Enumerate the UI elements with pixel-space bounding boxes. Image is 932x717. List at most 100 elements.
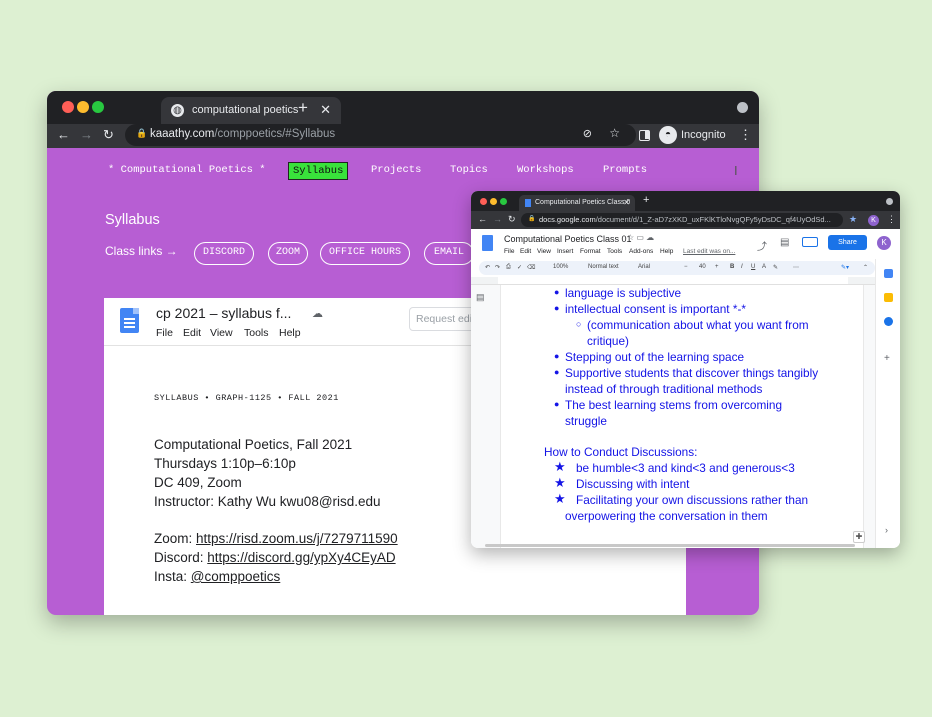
- nav-syllabus[interactable]: Syllabus: [288, 162, 349, 180]
- email-link-button[interactable]: EMAIL: [424, 242, 474, 265]
- editing-mode-icon[interactable]: ✎▾: [841, 264, 849, 271]
- site-brand-link[interactable]: * Computational Poetics *: [108, 164, 266, 176]
- insta-link[interactable]: @comppoetics: [191, 569, 281, 584]
- nav-prompts[interactable]: Prompts: [603, 164, 647, 176]
- paint-format-icon[interactable]: ⌫: [527, 264, 535, 271]
- close-tab-icon[interactable]: ✕: [623, 198, 630, 207]
- calendar-icon[interactable]: [884, 269, 893, 278]
- menu-view[interactable]: View: [537, 248, 551, 255]
- docs-browser-tab[interactable]: Computational Poetics Class 0 ✕: [519, 195, 635, 211]
- docs-address-bar[interactable]: 🔒 docs.google.com/document/d/1_Z-aD7zXKD…: [521, 213, 843, 227]
- browser-menu-icon[interactable]: ⋮: [887, 214, 896, 225]
- redo-icon[interactable]: ↷: [495, 264, 500, 271]
- discord-link[interactable]: https://discord.gg/ypXy4CEyAD: [207, 550, 395, 565]
- browser-menu-icon[interactable]: ⋮: [739, 127, 752, 143]
- side-panel-icon[interactable]: [639, 130, 650, 141]
- forward-icon[interactable]: →: [493, 214, 502, 224]
- comment-history-icon[interactable]: ▤: [780, 237, 789, 248]
- doc-title[interactable]: Computational Poetics Class 01: [504, 234, 632, 244]
- keep-icon[interactable]: [884, 293, 893, 302]
- star-folder-cloud-icons[interactable]: ☆ ▭ ☁: [627, 233, 654, 242]
- new-tab-button[interactable]: +: [298, 98, 308, 118]
- maximize-window-button[interactable]: [92, 101, 104, 113]
- highlight-icon[interactable]: ✎: [773, 264, 778, 271]
- activity-dashboard-icon[interactable]: ⤴: [757, 238, 767, 253]
- italic-icon[interactable]: I: [741, 264, 743, 270]
- maximize-window-button[interactable]: [500, 198, 507, 205]
- minimize-window-button[interactable]: [77, 101, 89, 113]
- more-icon[interactable]: ⋯: [793, 264, 799, 271]
- last-edit-link[interactable]: Last edit was on...: [683, 248, 735, 255]
- zoom-link[interactable]: https://risd.zoom.us/j/7279711590: [196, 531, 398, 546]
- style-select[interactable]: Normal text: [588, 264, 619, 270]
- font-size-decrease-icon[interactable]: −: [684, 264, 688, 270]
- menu-help[interactable]: Help: [279, 327, 301, 339]
- browser-tab[interactable]: ◍ computational poetics ✕: [161, 97, 341, 124]
- menu-format[interactable]: Format: [580, 248, 601, 255]
- menu-file[interactable]: File: [156, 327, 173, 339]
- undo-icon[interactable]: ↶: [485, 264, 490, 271]
- font-size-input[interactable]: 40: [699, 264, 706, 270]
- text-color-icon[interactable]: A: [762, 264, 766, 270]
- zoom-select[interactable]: 100%: [553, 264, 568, 270]
- menu-file[interactable]: File: [504, 248, 514, 255]
- back-icon[interactable]: ←: [57, 127, 70, 142]
- profile-avatar[interactable]: K: [868, 215, 879, 226]
- close-tab-icon[interactable]: ✕: [320, 102, 331, 118]
- url-host: kaaathy.com: [150, 128, 215, 140]
- close-window-button[interactable]: [480, 198, 487, 205]
- google-docs-icon[interactable]: [482, 235, 493, 251]
- text-cursor-icon: I: [734, 163, 738, 178]
- collapse-toolbar-icon[interactable]: ⌃: [863, 264, 868, 271]
- underline-icon[interactable]: U: [751, 264, 755, 270]
- menu-insert[interactable]: Insert: [557, 248, 573, 255]
- address-bar[interactable]: 🔒 kaaathy.com/comppoetics/#Syllabus ⊘ ☆: [125, 124, 636, 146]
- nav-workshops[interactable]: Workshops: [517, 164, 574, 176]
- print-icon[interactable]: ⎙: [506, 264, 511, 271]
- font-select[interactable]: Arial: [638, 264, 650, 270]
- menu-view[interactable]: View: [210, 327, 233, 339]
- menu-edit[interactable]: Edit: [183, 327, 201, 339]
- tracking-protection-icon[interactable]: ⊘: [583, 127, 592, 140]
- discord-link-button[interactable]: DISCORD: [194, 242, 254, 265]
- formatting-toolbar: ↶ ↷ ⎙ ✓ ⌫ 100% Normal text Arial − 40 + …: [479, 261, 875, 275]
- menu-addons[interactable]: Add-ons: [629, 248, 653, 255]
- zoom-link-button[interactable]: ZOOM: [268, 242, 308, 265]
- bookmark-star-icon[interactable]: ☆: [609, 126, 620, 140]
- meet-icon[interactable]: [802, 237, 818, 247]
- explore-icon[interactable]: ✚: [853, 531, 865, 543]
- tab-search-button[interactable]: [886, 198, 893, 205]
- spellcheck-icon[interactable]: ✓: [517, 264, 522, 271]
- forward-icon[interactable]: →: [80, 127, 93, 142]
- reload-icon[interactable]: ↻: [508, 214, 516, 225]
- document-outline-icon[interactable]: ▤: [476, 292, 485, 303]
- minimize-window-button[interactable]: [490, 198, 497, 205]
- font-size-increase-icon[interactable]: +: [715, 264, 719, 270]
- docs-browser-toolbar: ← → ↻ 🔒 docs.google.com/document/d/1_Z-a…: [471, 211, 900, 229]
- horizontal-scrollbar[interactable]: [485, 544, 855, 547]
- incognito-indicator[interactable]: ◓ Incognito: [659, 125, 728, 146]
- account-avatar[interactable]: K: [877, 236, 891, 250]
- star-bullet-icon: ★: [554, 491, 566, 506]
- reload-icon[interactable]: ↻: [103, 127, 114, 143]
- nav-topics[interactable]: Topics: [450, 164, 488, 176]
- bold-icon[interactable]: B: [730, 264, 734, 270]
- office-hours-link-button[interactable]: OFFICE HOURS: [320, 242, 410, 265]
- close-window-button[interactable]: [62, 101, 74, 113]
- doc-page[interactable]: ● language is subjective ● intellectual …: [500, 285, 864, 548]
- menu-tools[interactable]: Tools: [244, 327, 269, 339]
- tab-search-button[interactable]: [737, 102, 748, 113]
- star-bullet-icon: ★: [554, 475, 566, 490]
- add-addon-icon[interactable]: +: [884, 353, 890, 364]
- new-tab-button[interactable]: +: [643, 194, 649, 206]
- expand-panel-icon[interactable]: ›: [885, 525, 888, 535]
- ruler[interactable]: [471, 277, 875, 285]
- back-icon[interactable]: ←: [478, 214, 487, 224]
- tasks-icon[interactable]: [884, 317, 893, 326]
- menu-tools[interactable]: Tools: [607, 248, 622, 255]
- bookmark-star-icon[interactable]: ★: [849, 214, 857, 225]
- nav-projects[interactable]: Projects: [371, 164, 421, 176]
- share-button[interactable]: Share: [828, 235, 867, 250]
- menu-edit[interactable]: Edit: [520, 248, 531, 255]
- menu-help[interactable]: Help: [660, 248, 673, 255]
